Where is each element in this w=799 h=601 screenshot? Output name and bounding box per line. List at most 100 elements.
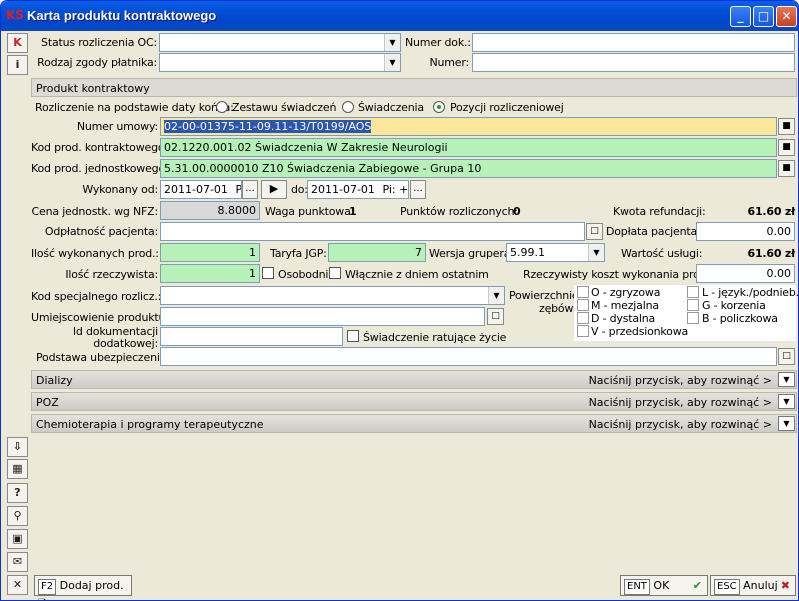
chevron-down-icon: ▼	[384, 34, 400, 51]
cancel-x-icon: ✖	[780, 579, 790, 592]
zeby-d-label: D - dystalna	[591, 312, 656, 325]
punktow-value: 0	[513, 205, 521, 218]
numer-dok-input[interactable]	[472, 33, 795, 52]
radio-pozycji[interactable]	[433, 101, 445, 113]
wlacznie-checkbox[interactable]	[329, 267, 341, 279]
radio-zestaw[interactable]	[216, 101, 228, 113]
dodaj-prod-button[interactable]: F2 Dodaj prod. 🗋	[34, 575, 132, 600]
ok-button[interactable]: ENT OK ✔	[620, 575, 708, 596]
minimize-button[interactable]: _	[730, 6, 751, 27]
help-icon[interactable]: ?	[7, 483, 28, 503]
ratujace-checkbox[interactable]	[347, 330, 359, 342]
expand-icon[interactable]: ▼	[778, 372, 795, 387]
kod-spec-label: Kod specjalnego rozlicz.:	[31, 290, 162, 303]
ratujace-label: Świadczenie ratujące życie	[363, 331, 507, 344]
section-produkt: Produkt kontraktowy	[31, 78, 797, 97]
ks-logo-icon[interactable]: K	[7, 33, 28, 53]
zeby-d-checkbox[interactable]	[577, 312, 589, 324]
zeby-g-checkbox[interactable]	[687, 299, 699, 311]
section-poz[interactable]: POZ Naciśnij przycisk, aby rozwinąć > ▼	[31, 392, 797, 411]
ilosc-rz-label: Ilość rzeczywista:	[65, 268, 158, 281]
section-dializy[interactable]: Dializy Naciśnij przycisk, aby rozwinąć …	[31, 370, 797, 389]
zeby-m-label: M - mezjalna	[591, 299, 659, 312]
do-label: do:	[291, 183, 308, 196]
kwota-label: Kwota refundacji:	[613, 205, 706, 218]
umiejsc-input[interactable]	[160, 307, 485, 326]
wykonany-od-label: Wykonany od:	[82, 183, 158, 196]
osobodni-checkbox[interactable]	[262, 267, 274, 279]
expand-icon[interactable]: ▼	[778, 394, 795, 409]
zeby-o-checkbox[interactable]	[577, 286, 589, 298]
status-select[interactable]: ▼	[159, 33, 401, 52]
kod-kontr-button[interactable]: ■	[778, 139, 795, 156]
mail-icon[interactable]: ✉	[7, 552, 28, 572]
powierzchnie-label-1: Powierzchnie	[509, 289, 579, 302]
kod-jedn-button[interactable]: ■	[778, 160, 795, 177]
numer-label: Numer:	[429, 56, 469, 69]
kod-jedn-label: Kod prod. jednostkowego:	[31, 162, 169, 175]
ilosc-wyk-input[interactable]: 1	[160, 243, 260, 262]
kod-spec-select[interactable]: ▼	[160, 286, 505, 305]
radio-swiadczenia[interactable]	[342, 101, 354, 113]
wykonany-od-input[interactable]: 2011-07-01 Pi	[160, 180, 242, 199]
zeby-m-checkbox[interactable]	[577, 299, 589, 311]
id-dok-input[interactable]	[160, 327, 343, 346]
chevron-down-icon: ▼	[588, 244, 604, 261]
info-icon[interactable]: i	[7, 55, 28, 75]
taryfa-input[interactable]: 7	[328, 243, 426, 262]
podstawa-input[interactable]	[160, 347, 777, 366]
zeby-o-label: O - zgryzowa	[591, 286, 661, 299]
zeby-b-checkbox[interactable]	[687, 312, 699, 324]
screen-icon[interactable]: ▣	[7, 529, 28, 549]
numer-umowy-label: Numer umowy:	[76, 120, 158, 133]
zeby-b-label: B - policzkowa	[702, 312, 778, 325]
doplata-label: Dopłata pacjenta:	[606, 225, 701, 238]
arrow-right-icon[interactable]: ▶	[261, 180, 287, 199]
close-button[interactable]: ✕	[776, 6, 797, 27]
punktow-label: Punktów rozliczonych:	[400, 205, 518, 218]
odplatnosc-button[interactable]: □	[586, 223, 603, 240]
ilosc-rz-input[interactable]: 1	[160, 264, 260, 283]
numer-umowy-input[interactable]: 02-00-01375-11-09.11-13/T0199/AOS	[160, 117, 777, 136]
kwota-value: 61.60 zł	[747, 205, 795, 218]
zgoda-select[interactable]: ▼	[159, 53, 401, 72]
podstawa-label: Podstawa ubezpieczenia:	[36, 351, 170, 364]
umiejsc-button[interactable]: □	[487, 308, 504, 325]
close-x-icon[interactable]: ✕	[7, 575, 28, 595]
doplata-input[interactable]: 0.00	[696, 222, 795, 241]
title-bar: KS Karta produktu kontraktowego _ □ ✕	[1, 1, 798, 31]
expand-icon[interactable]: ▼	[778, 416, 795, 431]
calculator-icon[interactable]: ▦	[7, 459, 28, 479]
zgoda-label: Rodzaj zgody płatnika:	[37, 56, 157, 69]
kod-jedn-input[interactable]: 5.31.00.0000010 Z10 Świadczenia Zabiegow…	[160, 159, 777, 178]
cena-value: 8.8000	[160, 201, 260, 220]
maximize-button[interactable]: □	[753, 6, 774, 27]
do-picker-button[interactable]: ...	[410, 180, 426, 199]
powierzchnie-label-2: zębów:	[539, 302, 577, 315]
odplatnosc-input[interactable]	[160, 222, 585, 241]
numer-dok-label: Numer dok.:	[405, 36, 471, 49]
wersja-select[interactable]: 5.99.1 ▼	[506, 243, 605, 262]
kod-kontr-input[interactable]: 02.1220.001.02 Świadczenia W Zakresie Ne…	[160, 138, 777, 157]
do-input[interactable]: 2011-07-01 Pi: +0	[307, 180, 409, 199]
zeby-g-label: G - korzenia	[702, 299, 766, 312]
anuluj-button[interactable]: ESC Anuluj ✖	[710, 575, 796, 596]
radio-pozycji-label: Pozycji rozliczeniowej	[450, 101, 564, 114]
left-toolbar: K i ⇩ ▦ ? ⚲ ▣ ✉ ✕	[4, 31, 30, 599]
search-icon[interactable]: ⚲	[7, 506, 28, 526]
checkmark-icon: ✔	[692, 579, 702, 592]
numer-input[interactable]	[472, 53, 795, 72]
podstawa-button[interactable]: □	[778, 348, 795, 365]
window-title: Karta produktu kontraktowego	[27, 8, 217, 23]
zeby-v-checkbox[interactable]	[577, 325, 589, 337]
main-window: KS Karta produktu kontraktowego _ □ ✕ K …	[0, 0, 799, 601]
numer-umowy-button[interactable]: ■	[778, 118, 795, 135]
zeby-l-label: L - język./podnieb.	[702, 286, 799, 299]
rzecz-koszt-input[interactable]: 0.00	[696, 264, 795, 283]
od-picker-button[interactable]: ...	[242, 180, 258, 199]
zeby-l-checkbox[interactable]	[687, 286, 699, 298]
zeby-v-label: V - przedsionkowa	[591, 325, 689, 338]
section-chemio[interactable]: Chemioterapia i programy terapeutyczne N…	[31, 414, 797, 433]
download-icon[interactable]: ⇩	[7, 437, 28, 457]
kod-kontr-label: Kod prod. kontraktowego:	[31, 141, 168, 154]
